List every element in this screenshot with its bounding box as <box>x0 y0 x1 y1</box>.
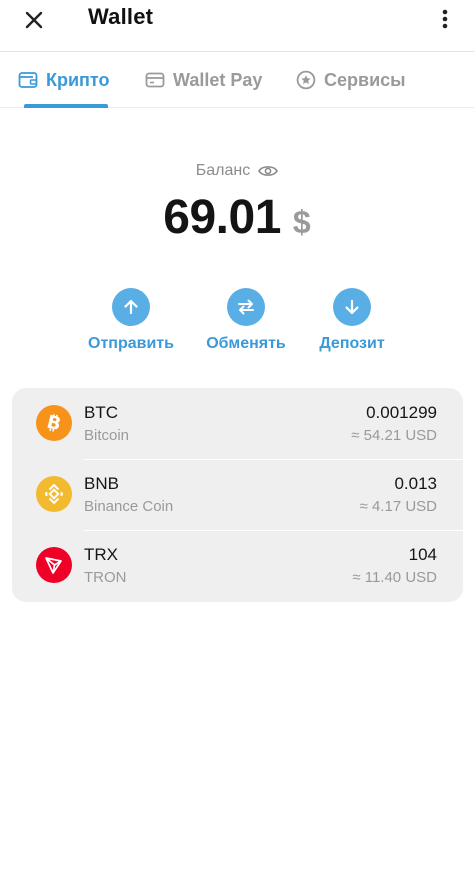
asset-row-bnb[interactable]: BNB Binance Coin 0.013 ≈ 4.17 USD <box>12 459 463 530</box>
asset-usd-value: ≈ 11.40 USD <box>352 569 437 586</box>
active-tab-indicator <box>24 104 108 108</box>
asset-amount: 104 <box>408 545 437 564</box>
more-menu-button[interactable] <box>430 4 460 34</box>
card-icon <box>145 72 165 88</box>
balance-amount: 69.01 $ <box>0 190 474 245</box>
exchange-label: Обменять <box>206 335 286 352</box>
asset-row-btc[interactable]: B BTC Bitcoin 0.001299 ≈ 54.21 USD <box>12 388 463 459</box>
tab-wallet-pay[interactable]: Wallet Pay <box>145 66 262 94</box>
balance-label: Баланс <box>195 162 251 179</box>
asset-name: Bitcoin <box>84 427 130 444</box>
eye-icon[interactable] <box>258 164 279 178</box>
close-button[interactable] <box>14 0 54 40</box>
asset-list: B BTC Bitcoin 0.001299 ≈ 54.21 USD BNB B… <box>12 388 463 602</box>
balance-currency: $ <box>292 204 311 240</box>
asset-symbol: TRX <box>84 545 118 564</box>
balance-label-row: Баланс <box>0 162 474 180</box>
exchange-circle[interactable] <box>227 288 265 326</box>
send-label: Отправить <box>88 335 174 352</box>
close-icon <box>25 11 43 29</box>
asset-row-trx[interactable]: TRX TRON 104 ≈ 11.40 USD <box>12 530 463 601</box>
send-button[interactable]: Отправить <box>71 288 191 353</box>
exchange-button[interactable]: Обменять <box>186 288 306 353</box>
asset-amount: 0.013 <box>394 474 437 493</box>
binance-coin-icon <box>36 476 72 512</box>
wallet-icon <box>18 72 38 88</box>
tron-icon <box>36 547 72 583</box>
tab-bar: Крипто Wallet Pay Сервисы <box>0 52 474 108</box>
tab-services[interactable]: Сервисы <box>296 66 406 94</box>
star-circle-icon <box>296 70 316 90</box>
top-bar: Wallet <box>0 0 474 52</box>
asset-name: Binance Coin <box>84 498 174 515</box>
tab-label: Крипто <box>46 69 110 90</box>
asset-amount: 0.001299 <box>366 403 437 422</box>
page-title: Wallet <box>88 4 154 29</box>
bitcoin-icon: B <box>36 405 72 441</box>
tab-label: Wallet Pay <box>173 69 263 90</box>
swap-icon <box>238 299 254 315</box>
deposit-button[interactable]: Депозит <box>292 288 412 353</box>
more-vertical-icon <box>442 9 448 29</box>
asset-name: TRON <box>84 569 127 586</box>
tab-crypto[interactable]: Крипто <box>18 66 110 94</box>
balance-value: 69.01 <box>163 191 281 244</box>
deposit-label: Депозит <box>319 335 385 352</box>
arrow-down-icon <box>345 299 359 315</box>
asset-symbol: BNB <box>84 474 119 493</box>
asset-symbol: BTC <box>84 403 118 422</box>
asset-usd-value: ≈ 54.21 USD <box>351 427 437 444</box>
asset-usd-value: ≈ 4.17 USD <box>359 498 437 515</box>
deposit-circle[interactable] <box>333 288 371 326</box>
tab-label: Сервисы <box>324 69 406 90</box>
send-circle[interactable] <box>112 288 150 326</box>
arrow-up-icon <box>124 299 138 315</box>
